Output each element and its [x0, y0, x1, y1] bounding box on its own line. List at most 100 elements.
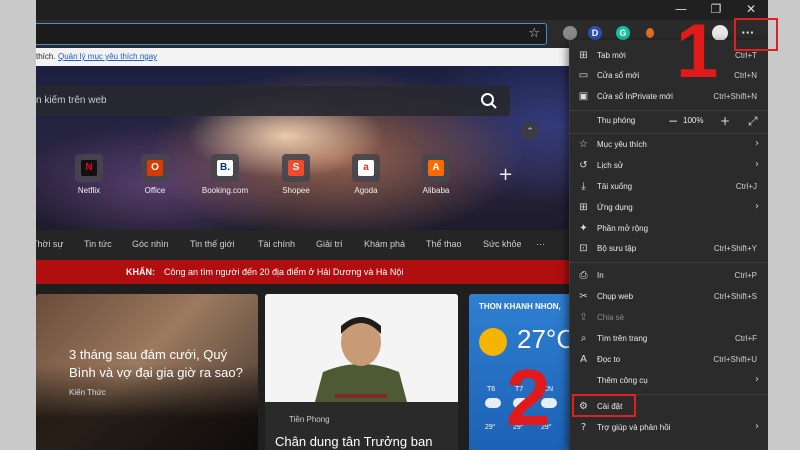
quick-link-label: Shopee	[282, 186, 310, 195]
chevron-right-icon: ›	[755, 374, 759, 385]
find-icon: ⌕	[580, 333, 587, 344]
quick-link-office[interactable]: O Office	[120, 154, 190, 204]
category-tab[interactable]: Giải trí	[316, 239, 343, 249]
news-card-photo	[265, 294, 458, 402]
alibaba-icon: A	[422, 154, 450, 182]
office-icon: O	[141, 154, 169, 182]
category-tab[interactable]: Tài chính	[258, 239, 295, 249]
menu-item-shortcut: Ctrl+T	[735, 51, 757, 60]
zoom-in-icon[interactable]: +	[720, 114, 730, 128]
menu-item-label: Lịch sử	[597, 161, 624, 170]
category-tab[interactable]: Sức khỏe	[483, 239, 522, 249]
menu-item-shortcut: Ctrl+J	[735, 182, 757, 191]
menu-item-downloads[interactable]: ⤓ Tải xuống Ctrl+J	[570, 177, 768, 197]
menu-item-shortcut: Ctrl+P	[734, 271, 757, 280]
chevron-right-icon: ›	[755, 421, 759, 432]
chevron-right-icon: ›	[755, 201, 759, 212]
menu-item-share: ⇪ Chia sẻ	[570, 308, 768, 328]
new-tab-icon: ⊞	[579, 50, 588, 61]
favorite-star-icon[interactable]: ☆	[528, 26, 540, 41]
chevron-up-icon[interactable]: ⌃	[521, 122, 539, 140]
collections-icon: ⊡	[579, 243, 588, 254]
favorites-icon: ☆	[579, 139, 588, 150]
breaking-label: KHẨN:	[126, 267, 155, 277]
extension-icon[interactable]	[646, 28, 654, 38]
news-card[interactable]: Tiền Phong Chân dung tân Trưởng ban	[265, 294, 458, 450]
share-icon: ⇪	[579, 312, 588, 323]
title-bar: — ❐ ✕	[36, 0, 768, 20]
menu-item-label: Thêm công cụ	[597, 376, 648, 385]
extension-d-icon[interactable]: D	[588, 26, 602, 40]
extension-icon[interactable]	[563, 26, 577, 40]
menu-button-highlight	[734, 18, 778, 51]
screenshot-frame: — ❐ ✕ ☆ D G ··· thích. Quản lý mục yêu t…	[0, 0, 800, 450]
news-card-source: Tiền Phong	[289, 415, 330, 424]
category-tab[interactable]: Góc nhìn	[132, 239, 169, 249]
menu-item-label: Phần mở rộng	[597, 224, 649, 233]
news-card-title: Chân dung tân Trưởng ban	[275, 434, 433, 449]
news-card[interactable]: 3 tháng sau đám cưới, Quý Bình và vợ đại…	[36, 294, 258, 450]
category-tab[interactable]: Khám phá	[364, 239, 405, 249]
print-icon: ⎙	[579, 270, 588, 281]
menu-item-shortcut: Ctrl+Shift+N	[713, 92, 757, 101]
category-tab[interactable]: Tin tức	[84, 239, 112, 249]
menu-item-new-window[interactable]: ▭ Cửa sổ mới Ctrl+N	[570, 66, 768, 86]
menu-item-apps[interactable]: ⊞ Ứng dụng ›	[570, 198, 768, 218]
new-window-icon: ▭	[578, 70, 589, 81]
zoom-out-icon[interactable]: −	[668, 114, 678, 128]
menu-item-help-and-feedback[interactable]: ? Trợ giúp và phản hồi ›	[570, 418, 768, 438]
menu-separator	[570, 133, 768, 134]
address-bar[interactable]: ☆	[36, 23, 547, 45]
menu-item-label: Thu phóng	[597, 116, 636, 125]
weather-location: THON KHANH NHON,	[479, 302, 561, 311]
menu-item-find-on-page[interactable]: ⌕ Tìm trên trang Ctrl+F	[570, 329, 768, 349]
grammarly-icon[interactable]: G	[616, 26, 630, 40]
forecast-high: 29°	[485, 424, 496, 431]
category-tab[interactable]: Thời sự	[36, 239, 63, 249]
rain-cloud-icon	[485, 398, 501, 408]
close-button[interactable]: ✕	[734, 0, 768, 20]
quick-link-label: Agoda	[354, 186, 378, 195]
menu-item-label: Chụp web	[597, 292, 634, 301]
quick-link-alibaba[interactable]: A Alibaba	[401, 154, 471, 204]
menu-item-inprivate-window[interactable]: ▣ Cửa sổ InPrivate mới Ctrl+Shift+N	[570, 87, 768, 107]
menu-item-history[interactable]: ↺ Lịch sử ›	[570, 156, 768, 176]
category-tab[interactable]: Thể thao	[426, 239, 462, 249]
fullscreen-icon[interactable]: ⤢	[748, 114, 758, 129]
forecast-day: T6	[487, 386, 496, 393]
extensions-icon: ✦	[579, 223, 588, 234]
add-quick-link-icon[interactable]: +	[498, 164, 513, 185]
menu-item-print[interactable]: ⎙ In Ctrl+P	[570, 266, 768, 286]
menu-item-label: Tải xuống	[597, 182, 633, 191]
menu-item-label: Đọc to	[597, 355, 621, 364]
breaking-message: Công an tìm người đến 20 địa điểm ở Hải …	[164, 267, 404, 277]
category-tab[interactable]: Tin thế giới	[190, 239, 235, 249]
quick-link-label: Office	[144, 186, 166, 195]
menu-item-favorites[interactable]: ☆ Mục yêu thích ›	[570, 135, 768, 155]
quick-link-netflix[interactable]: N Netflix	[54, 154, 124, 204]
menu-item-label: Chia sẻ	[597, 313, 625, 322]
menu-item-label: Mục yêu thích	[597, 140, 647, 149]
quick-link-agoda[interactable]: a Agoda	[331, 154, 401, 204]
quick-link-label: Netflix	[77, 186, 101, 195]
menu-item-label: Trợ giúp và phản hồi	[597, 423, 671, 432]
web-search-box[interactable]: n kiếm trên web	[36, 86, 510, 116]
menu-item-label: In	[597, 271, 604, 280]
search-icon[interactable]	[480, 92, 498, 110]
menu-item-label: Tìm trên trang	[597, 334, 648, 343]
menu-item-label: Ứng dụng	[597, 203, 633, 212]
menu-item-web-capture[interactable]: ✂ Chụp web Ctrl+Shift+S	[570, 287, 768, 307]
menu-item-shortcut: Ctrl+Shift+S	[713, 292, 757, 301]
chevron-right-icon: ›	[755, 159, 759, 170]
menu-item-label: Cửa sổ InPrivate mới	[597, 92, 673, 101]
quick-link-booking[interactable]: B. Booking.com	[190, 154, 260, 204]
manage-favorites-link[interactable]: Quản lý mục yêu thích ngay	[58, 52, 157, 61]
menu-item-extensions[interactable]: ✦ Phần mở rộng	[570, 219, 768, 239]
quick-link-shopee[interactable]: S Shopee	[261, 154, 331, 204]
help-icon: ?	[580, 422, 587, 433]
menu-item-read-aloud[interactable]: A Đọc to Ctrl+Shift+U	[570, 350, 768, 370]
apps-icon: ⊞	[579, 202, 588, 213]
menu-item-more-tools[interactable]: Thêm công cụ ›	[570, 371, 768, 391]
more-categories-icon[interactable]: ···	[536, 239, 545, 249]
menu-item-collections[interactable]: ⊡ Bộ sưu tập Ctrl+Shift+Y	[570, 239, 768, 259]
